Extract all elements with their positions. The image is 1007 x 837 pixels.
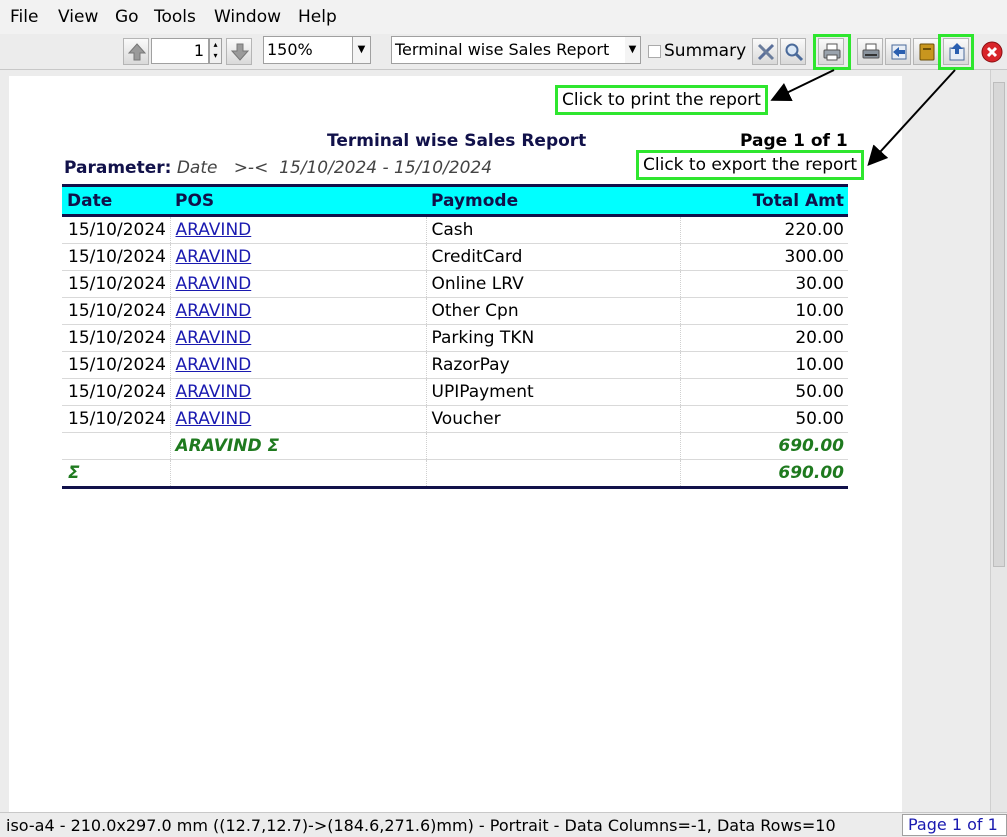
export-arrow xyxy=(867,69,956,166)
status-text: iso-a4 - 210.0x297.0 mm ((12.7,12.7)->(1… xyxy=(6,816,836,835)
status-page-indicator: Page 1 of 1 xyxy=(902,814,1007,836)
annotation-arrows xyxy=(770,69,956,166)
print-arrow xyxy=(770,69,835,102)
status-bar: iso-a4 - 210.0x297.0 mm ((12.7,12.7)->(1… xyxy=(0,812,1007,837)
